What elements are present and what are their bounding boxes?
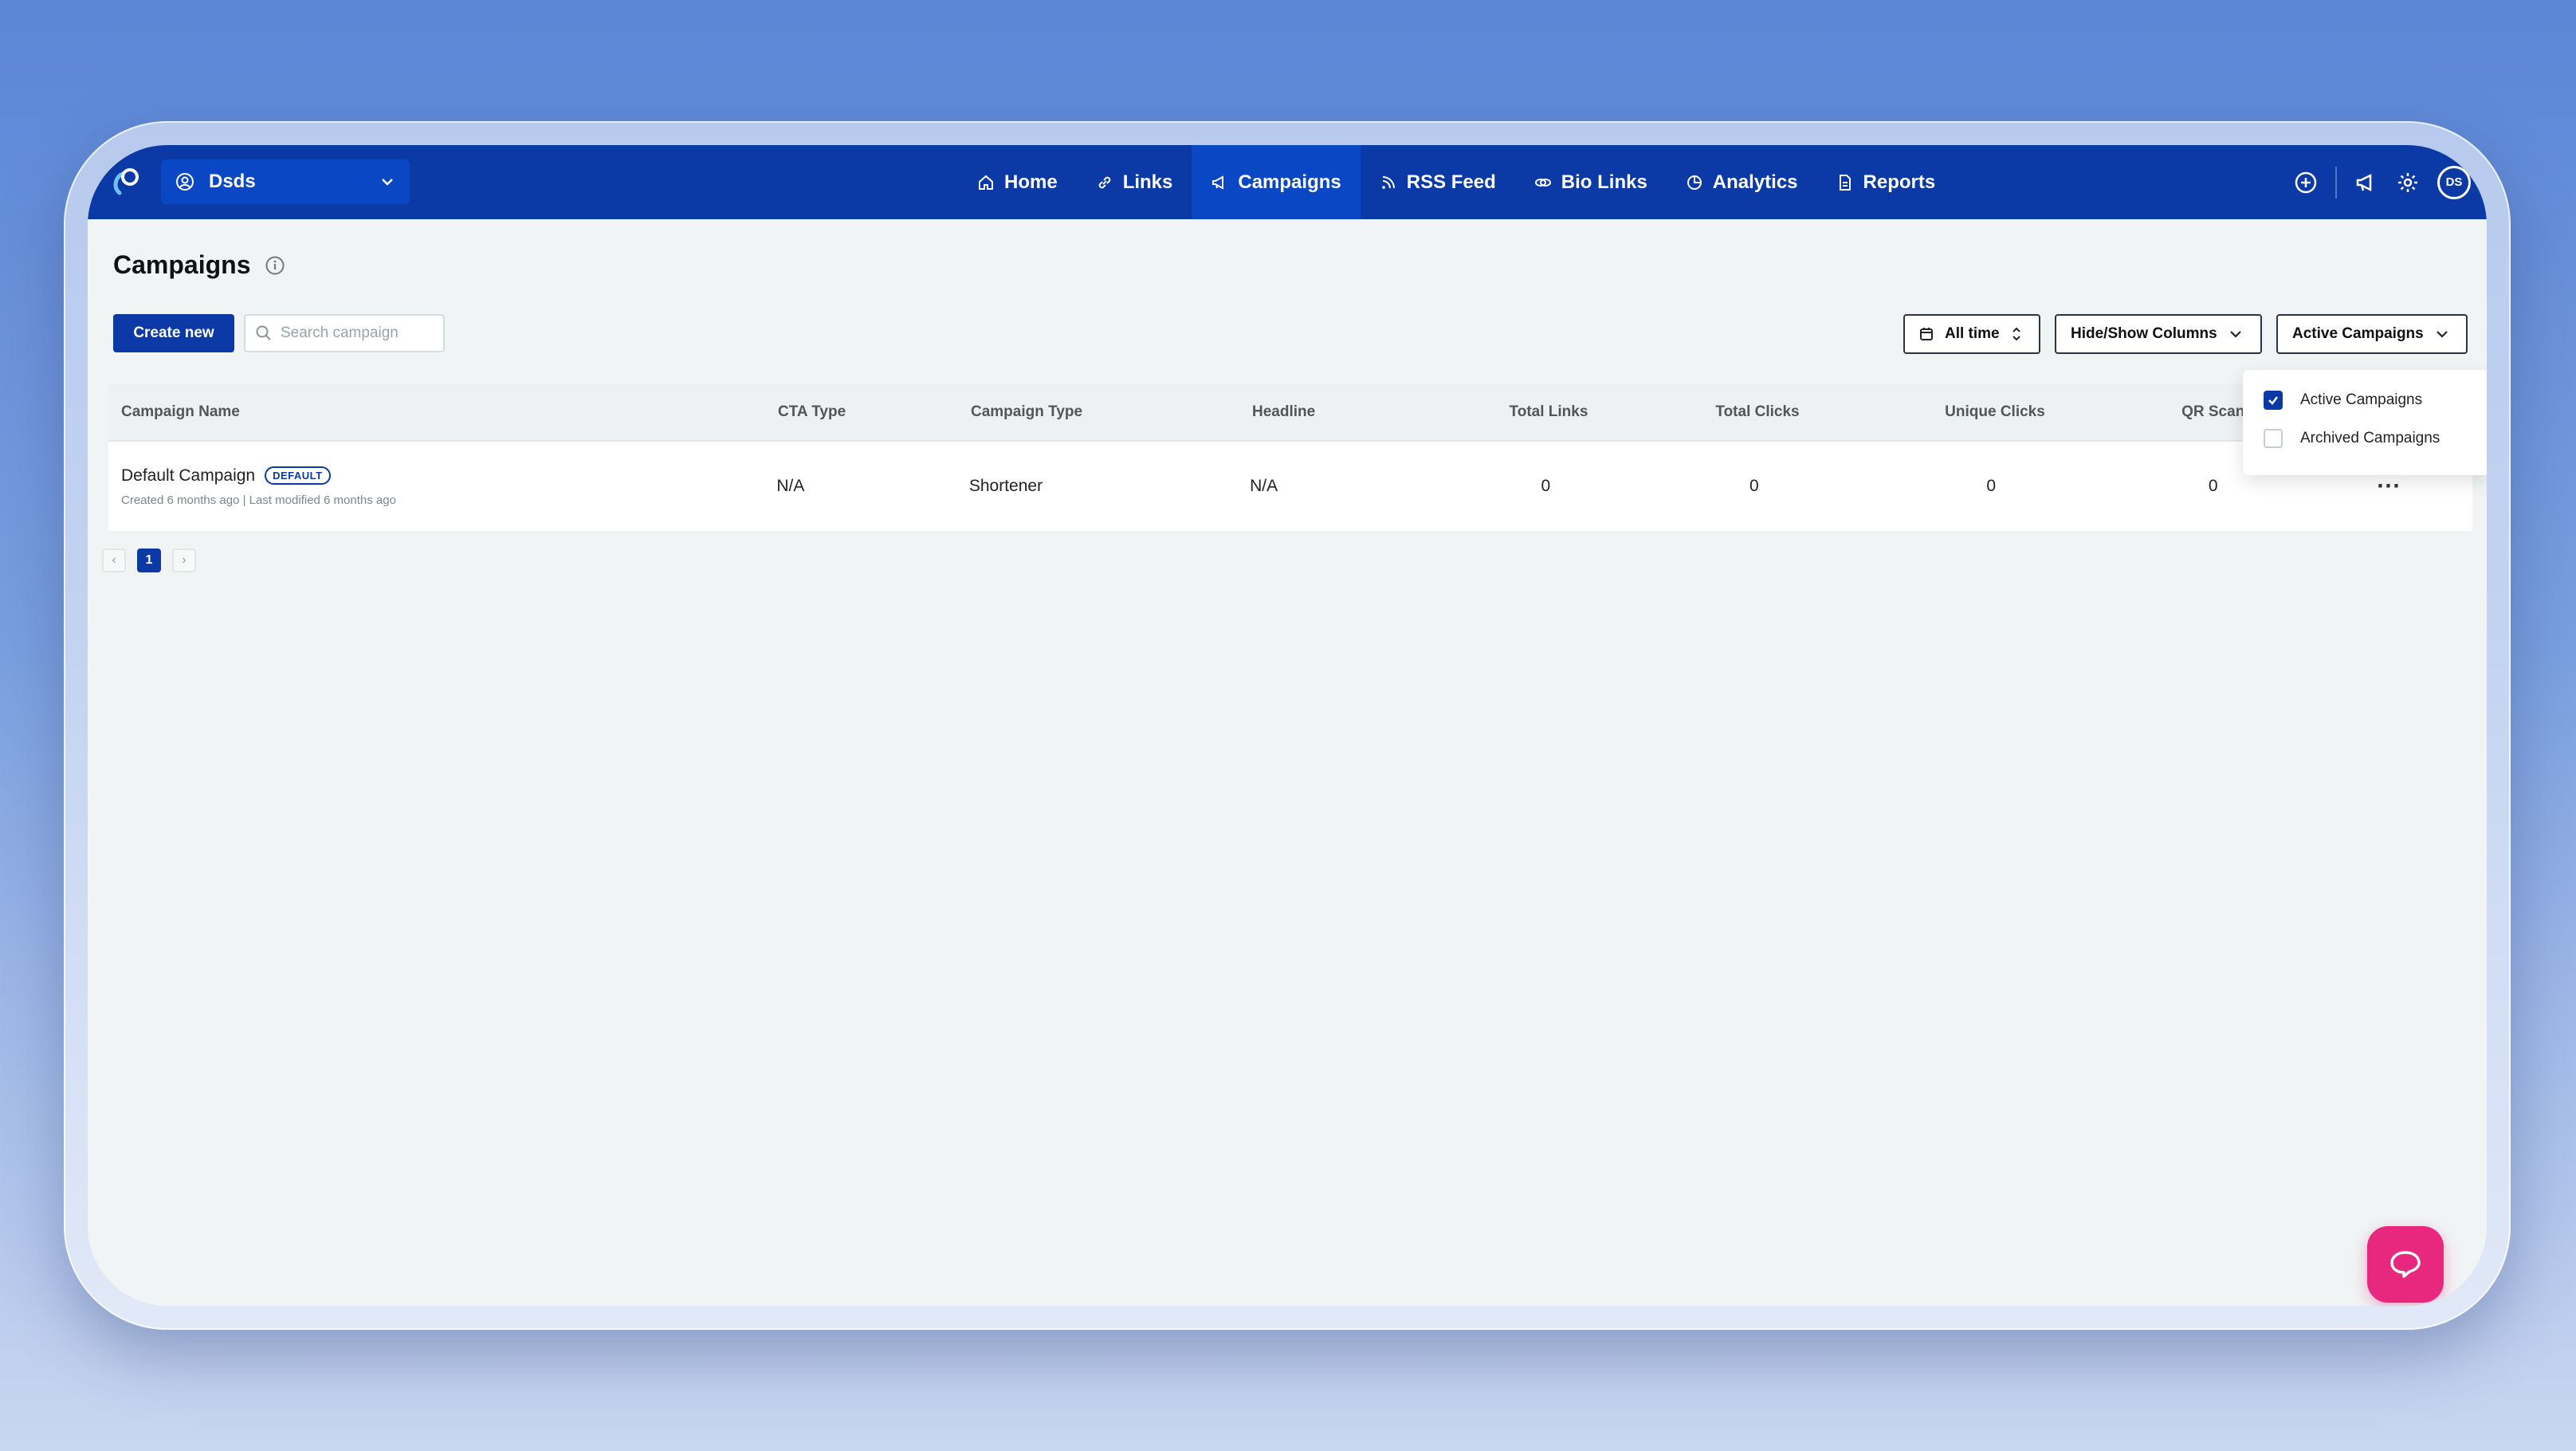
gear-icon[interactable] <box>2396 171 2420 195</box>
option-label: Active Campaigns <box>2300 391 2423 408</box>
column-header-cta-type[interactable]: CTA Type <box>778 384 971 440</box>
announcement-megaphone-icon[interactable] <box>2354 171 2378 195</box>
chat-bubble-icon <box>2390 1251 2421 1278</box>
search-box[interactable] <box>244 314 445 352</box>
checkbox-unchecked[interactable] <box>2264 429 2283 448</box>
campaign-name[interactable]: Default Campaign <box>121 466 255 486</box>
column-header-campaign-type[interactable]: Campaign Type <box>971 384 1252 440</box>
pagination-page-1[interactable]: 1 <box>137 549 161 572</box>
checkbox-checked[interactable] <box>2264 391 2283 410</box>
bio-links-icon <box>1534 178 1551 187</box>
analytics-icon <box>1687 175 1702 190</box>
date-range-filter[interactable]: All time <box>1903 314 2040 354</box>
dropdown-option-active-campaigns[interactable]: Active Campaigns <box>2264 381 2469 419</box>
campaign-meta: Created 6 months ago | Last modified 6 m… <box>121 493 396 507</box>
nav-actions: DS <box>2294 145 2471 219</box>
hide-show-columns-button[interactable]: Hide/Show Columns <box>2055 314 2262 354</box>
campaign-type-cell: Shortener <box>968 477 1043 495</box>
avatar[interactable]: DS <box>2437 165 2471 199</box>
calendar-icon <box>1920 328 1933 340</box>
nav-item-reports[interactable]: Reports <box>1817 145 1955 219</box>
chevron-down-icon <box>382 179 393 186</box>
info-icon[interactable] <box>265 255 285 276</box>
page-title-container: Campaigns <box>113 250 285 280</box>
add-circle-icon[interactable] <box>2294 171 2318 195</box>
column-header-total-clicks[interactable]: Total Clicks <box>1650 384 1865 440</box>
nav-item-label: RSS Feed <box>1406 171 1496 193</box>
unique-clicks-cell: 0 <box>1986 477 1997 495</box>
top-navigation-bar: Dsds Home Links Campaigns RSS Feed Bio L… <box>88 145 2487 219</box>
pagination-next-button[interactable]: › <box>172 549 196 572</box>
campaign-status-dropdown: Active Campaigns Archived Campaigns <box>2243 370 2487 475</box>
option-label: Archived Campaigns <box>2300 430 2441 446</box>
support-chat-button[interactable] <box>2367 1226 2444 1303</box>
report-icon <box>1839 174 1851 191</box>
nav-item-label: Bio Links <box>1561 171 1647 193</box>
create-new-button[interactable]: Create new <box>113 314 234 352</box>
workspace-selector[interactable]: Dsds <box>161 159 410 204</box>
check-icon <box>2268 396 2278 405</box>
rss-icon <box>1381 175 1395 189</box>
cta-type-cell: N/A <box>776 477 805 495</box>
nav-item-label: Campaigns <box>1238 171 1341 193</box>
column-header-unique-clicks[interactable]: Unique Clicks <box>1865 384 2125 440</box>
nav-item-label: Home <box>1004 171 1058 193</box>
column-header-total-links[interactable]: Total Links <box>1447 384 1650 440</box>
main-nav: Home Links Campaigns RSS Feed Bio Links … <box>958 145 1954 219</box>
page-title: Campaigns <box>113 250 251 279</box>
columns-button-label: Hide/Show Columns <box>2071 325 2217 342</box>
nav-item-rss-feed[interactable]: RSS Feed <box>1361 145 1515 219</box>
column-header-campaign-name[interactable]: Campaign Name <box>108 384 778 440</box>
link-icon <box>1098 176 1110 188</box>
chevron-down-icon <box>2229 331 2241 338</box>
date-filter-label: All time <box>1945 325 2000 342</box>
pagination: ‹ 1 › <box>102 549 196 572</box>
workspace-name: Dsds <box>209 171 256 192</box>
table-row[interactable]: Default Campaign DEFAULT Created 6 month… <box>108 442 2472 531</box>
nav-item-label: Reports <box>1863 171 1936 193</box>
user-circle-icon <box>176 173 194 191</box>
chevron-down-icon <box>2436 331 2448 338</box>
megaphone-icon <box>1212 175 1224 190</box>
search-icon <box>256 325 271 340</box>
nav-item-bio-links[interactable]: Bio Links <box>1515 145 1667 219</box>
campaign-name-cell: Default Campaign DEFAULT Created 6 month… <box>108 442 776 531</box>
campaign-status-filter[interactable]: Active Campaigns <box>2276 314 2468 354</box>
nav-item-label: Links <box>1122 171 1173 193</box>
total-clicks-cell: 0 <box>1749 477 1759 495</box>
column-header-headline[interactable]: Headline <box>1252 384 1447 440</box>
nav-item-label: Analytics <box>1712 171 1798 193</box>
dropdown-option-archived-campaigns[interactable]: Archived Campaigns <box>2264 419 2469 458</box>
nav-item-analytics[interactable]: Analytics <box>1667 145 1817 219</box>
status-filter-label: Active Campaigns <box>2292 325 2424 342</box>
table-header: Campaign Name CTA Type Campaign Type Hea… <box>108 384 2472 442</box>
home-icon <box>979 175 993 190</box>
app-window: Dsds Home Links Campaigns RSS Feed Bio L… <box>88 145 2487 1306</box>
brand-logo-icon[interactable] <box>108 164 145 201</box>
default-badge: DEFAULT <box>265 466 331 485</box>
nav-item-home[interactable]: Home <box>958 145 1077 219</box>
search-input[interactable] <box>281 324 432 342</box>
sort-updown-icon <box>2012 327 2020 341</box>
nav-divider <box>2335 166 2337 199</box>
total-links-cell: 0 <box>1541 477 1551 495</box>
headline-cell: N/A <box>1250 477 1278 495</box>
nav-item-links[interactable]: Links <box>1077 145 1192 219</box>
campaigns-table: Campaign Name CTA Type Campaign Type Hea… <box>108 384 2472 531</box>
pagination-prev-button[interactable]: ‹ <box>102 549 126 572</box>
nav-item-campaigns[interactable]: Campaigns <box>1192 145 1361 219</box>
